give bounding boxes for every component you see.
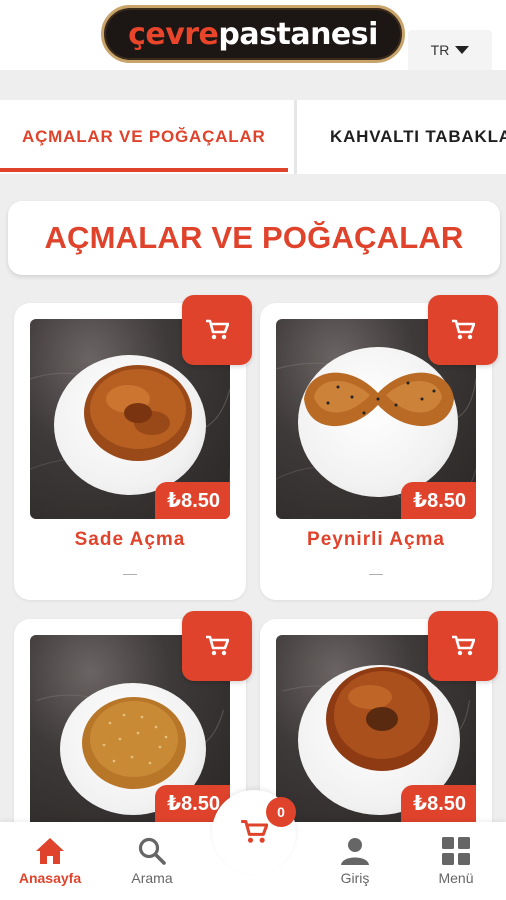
bread-image	[84, 365, 192, 461]
price-badge: ₺8.50	[401, 482, 476, 519]
cart-icon	[206, 635, 229, 656]
nav-search[interactable]: Arama	[107, 822, 197, 900]
add-to-cart-button[interactable]	[428, 295, 498, 365]
nav-login[interactable]: Giriş	[310, 822, 400, 900]
cart-count-badge: 0	[266, 797, 296, 827]
category-tabs: AÇMALAR VE POĞAÇALAR KAHVALTI TABAKLARI	[0, 100, 506, 174]
grid-menu-icon	[442, 837, 470, 865]
user-icon	[341, 838, 369, 865]
caret-down-icon	[455, 46, 470, 54]
active-tab-indicator	[0, 168, 288, 172]
app-header: çevrepastanesi TR	[0, 0, 506, 70]
section-title: AÇMALAR VE POĞAÇALAR	[8, 201, 500, 275]
add-to-cart-button[interactable]	[182, 295, 252, 365]
tab-label: AÇMALAR VE POĞAÇALAR	[22, 127, 266, 146]
home-icon	[36, 838, 64, 864]
nav-login-label: Giriş	[340, 870, 370, 886]
product-description: —	[369, 565, 383, 581]
add-to-cart-button[interactable]	[428, 611, 498, 681]
language-label: TR	[430, 42, 450, 58]
bread-image	[82, 697, 186, 789]
bread-image	[326, 667, 438, 771]
nav-search-label: Arama	[131, 870, 173, 886]
product-name: Peynirli Açma	[307, 529, 445, 550]
search-icon	[138, 837, 166, 865]
nav-home-label: Anasayfa	[18, 870, 82, 886]
nav-menu[interactable]: Menü	[411, 822, 501, 900]
cart-icon	[452, 635, 475, 656]
bread-image	[304, 372, 454, 427]
product-description: —	[123, 565, 137, 581]
product-name: Sade Açma	[74, 529, 186, 550]
price-badge: ₺8.50	[155, 482, 230, 519]
cart-icon	[452, 319, 475, 340]
language-selector[interactable]: TR	[408, 30, 492, 70]
cart-icon	[241, 819, 268, 843]
brand-logo[interactable]: çevrepastanesi	[101, 5, 405, 63]
tab-label: KAHVALTI TABAKLARI	[330, 127, 506, 146]
tab-kahvalti[interactable]: KAHVALTI TABAKLARI	[330, 100, 506, 174]
nav-menu-label: Menü	[438, 870, 474, 886]
tab-acmalar[interactable]: AÇMALAR VE POĞAÇALAR	[0, 100, 290, 174]
cart-icon	[206, 319, 229, 340]
price-badge: ₺8.50	[401, 785, 476, 822]
tab-divider	[294, 100, 297, 174]
add-to-cart-button[interactable]	[182, 611, 252, 681]
nav-home[interactable]: Anasayfa	[5, 822, 95, 900]
logo-text: çevrepastanesi	[128, 16, 378, 52]
